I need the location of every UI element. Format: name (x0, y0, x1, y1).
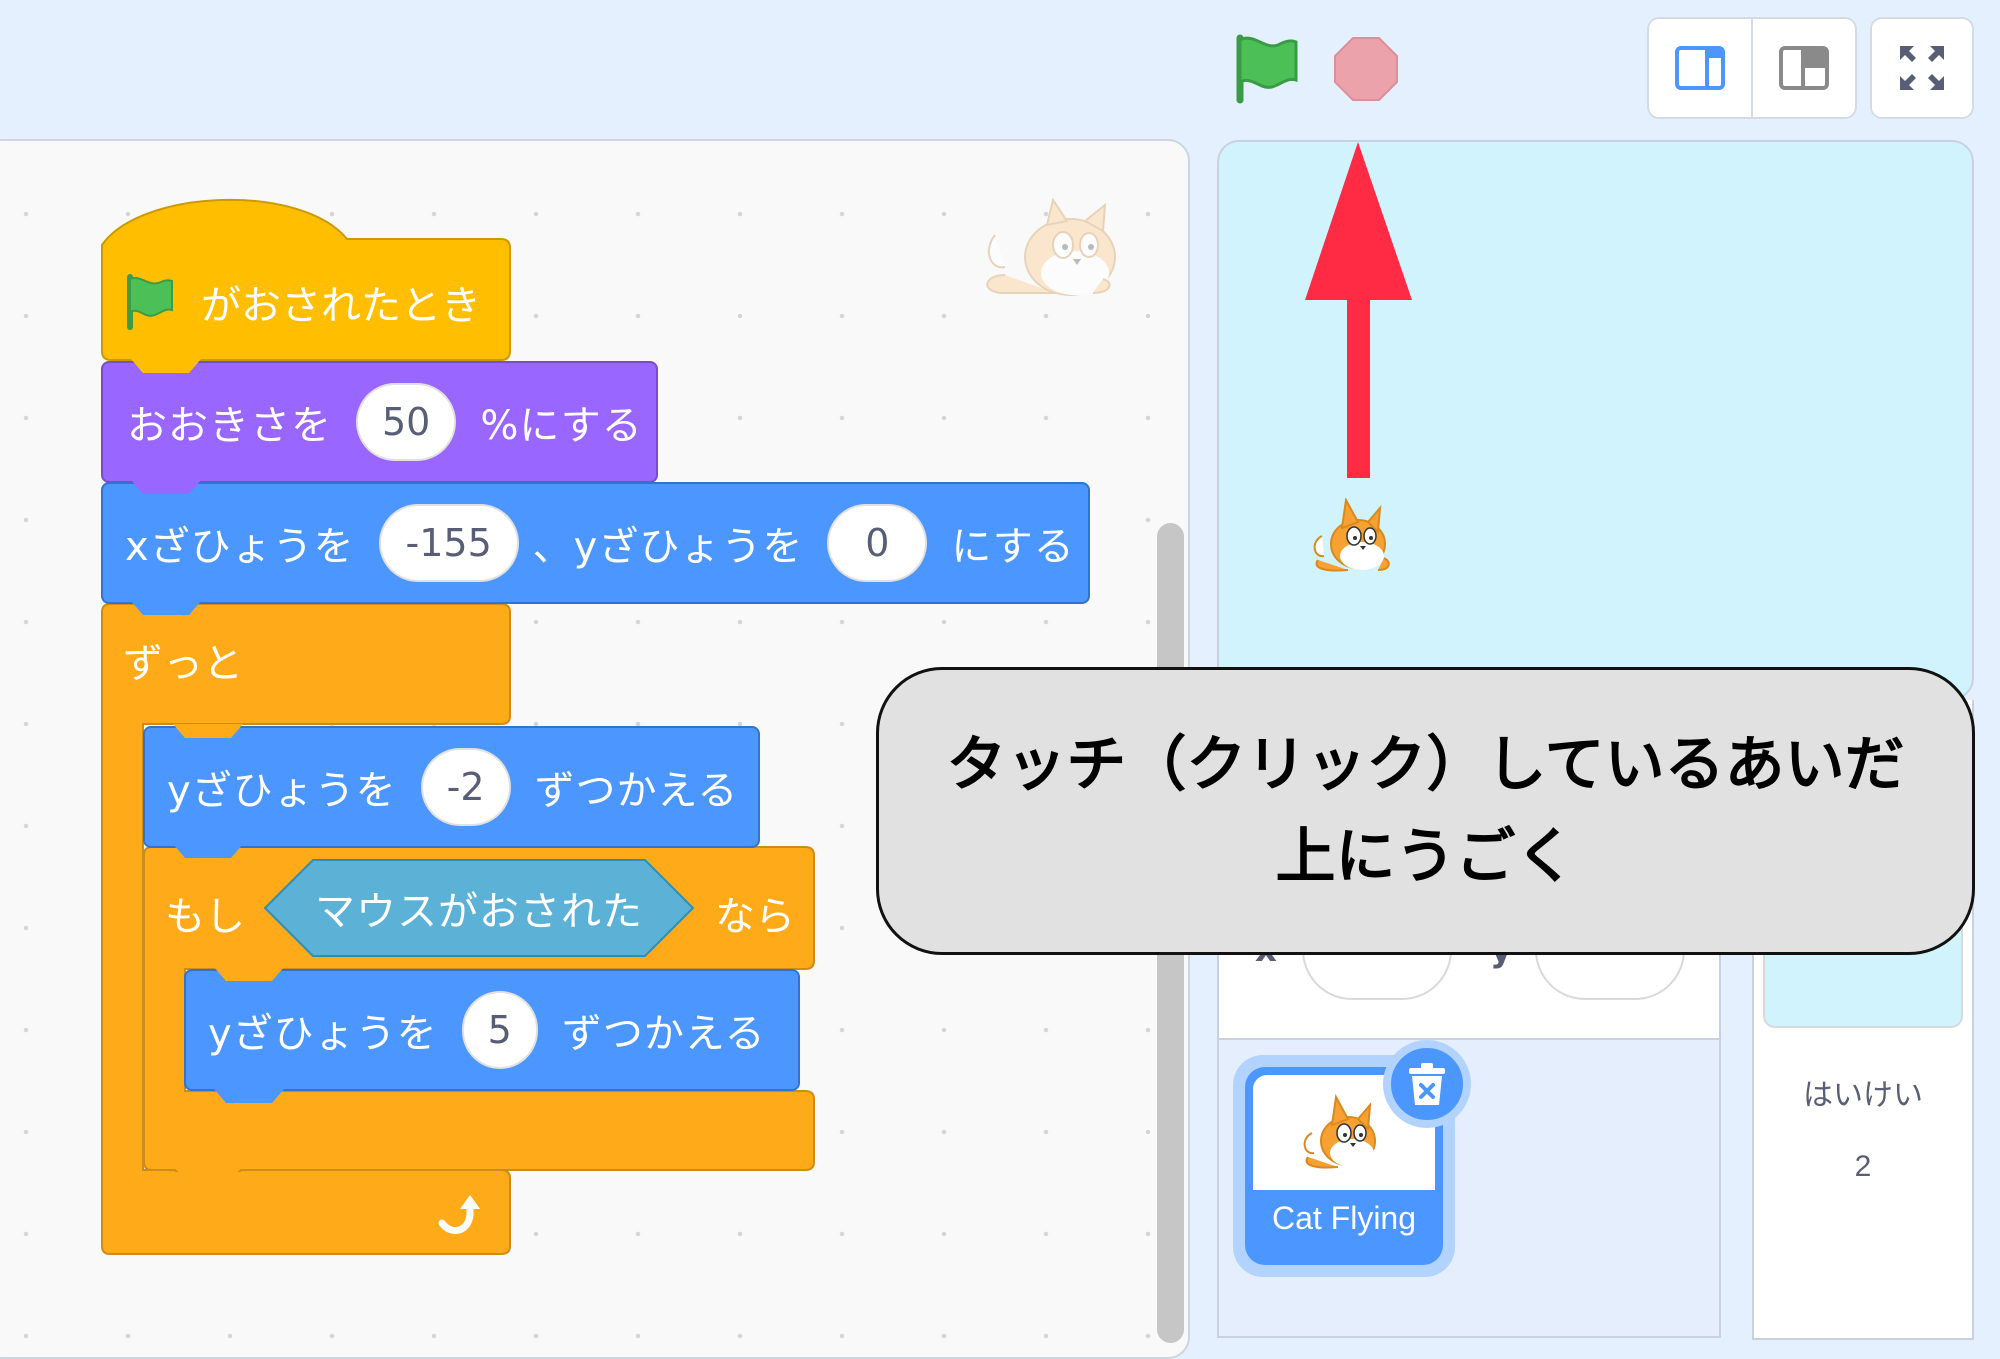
change-y-label: yざひょうを (208, 1011, 438, 1057)
small-stage-button[interactable] (1649, 19, 1751, 117)
green-flag-icon (1236, 34, 1298, 104)
stop-icon (1334, 37, 1398, 101)
backdrop-count: 2 (1854, 1150, 1872, 1183)
go-to-x-label: xざひょうを (125, 524, 355, 570)
change-y-input[interactable]: 5 (461, 991, 538, 1069)
x-input[interactable]: -155 (378, 504, 519, 582)
set-size-block[interactable]: おおきさを 50 %にする (101, 361, 658, 483)
change-y-label-after: ずつかえる (534, 768, 739, 814)
fullscreen-button[interactable] (1870, 17, 1974, 119)
sprite-name-label: Cat Flying (1271, 1200, 1417, 1236)
small-stage-icon (1675, 46, 1725, 90)
instruction-callout: タッチ（クリック）しているあいだ 上にうごく (876, 667, 1975, 955)
stage-size-toggle (1647, 17, 1857, 119)
block-notch (131, 359, 201, 373)
change-y-block[interactable]: yざひょうを -2 ずつかえる (143, 726, 760, 848)
mouse-down-condition[interactable]: マウスがおされた (263, 858, 695, 958)
if-label: もし (165, 894, 245, 940)
block-notch (173, 724, 243, 738)
fullscreen-icon (1900, 46, 1944, 90)
delete-sprite-button[interactable] (1383, 1040, 1471, 1128)
callout-line-2: 上にうごく (1275, 822, 1576, 892)
change-y-label-after: ずつかえる (561, 1011, 766, 1057)
block-notch (131, 480, 201, 494)
when-flag-clicked-block[interactable]: がおされたとき (101, 195, 511, 363)
normal-stage-button[interactable] (1751, 19, 1855, 117)
mouse-down-label: マウスがおされた (315, 889, 643, 935)
go-to-xy-block[interactable]: xざひょうを -155 、yざひょうを 0 にする (101, 482, 1090, 604)
sprite-watermark-cat-icon (975, 195, 1135, 305)
backdrop-label: はいけい (1803, 1078, 1923, 1113)
normal-stage-icon (1779, 46, 1829, 90)
block-notch (173, 844, 243, 858)
up-arrow-annotation-icon (1300, 140, 1420, 485)
loop-arrow-icon (438, 1195, 480, 1234)
stage-sprite-cat-icon[interactable] (1308, 496, 1400, 576)
go-to-xy-label-after: にする (951, 524, 1075, 570)
set-size-label-before: おおきさを (127, 403, 332, 449)
block-notch (214, 1089, 284, 1103)
block-notch (131, 601, 201, 615)
then-label: なら (715, 894, 795, 940)
block-notch (214, 967, 284, 981)
set-size-label-after: %にする (480, 403, 643, 449)
go-to-y-label: 、yざひょうを (532, 524, 804, 570)
change-y-input[interactable]: -2 (420, 748, 511, 826)
hat-block-label: がおされたとき (201, 283, 481, 329)
callout-line-1: タッチ（クリック）しているあいだ (946, 730, 1905, 800)
forever-label: ずっと (123, 641, 243, 687)
change-y-label: yざひょうを (167, 768, 397, 814)
green-flag-icon (127, 274, 173, 330)
green-flag-button[interactable] (1234, 34, 1300, 104)
trash-icon (1409, 1063, 1445, 1105)
stop-button[interactable] (1333, 36, 1399, 102)
y-input[interactable]: 0 (827, 504, 928, 582)
change-y-block-inner[interactable]: yざひょうを 5 ずつかえる (184, 969, 800, 1091)
size-input[interactable]: 50 (356, 383, 457, 461)
